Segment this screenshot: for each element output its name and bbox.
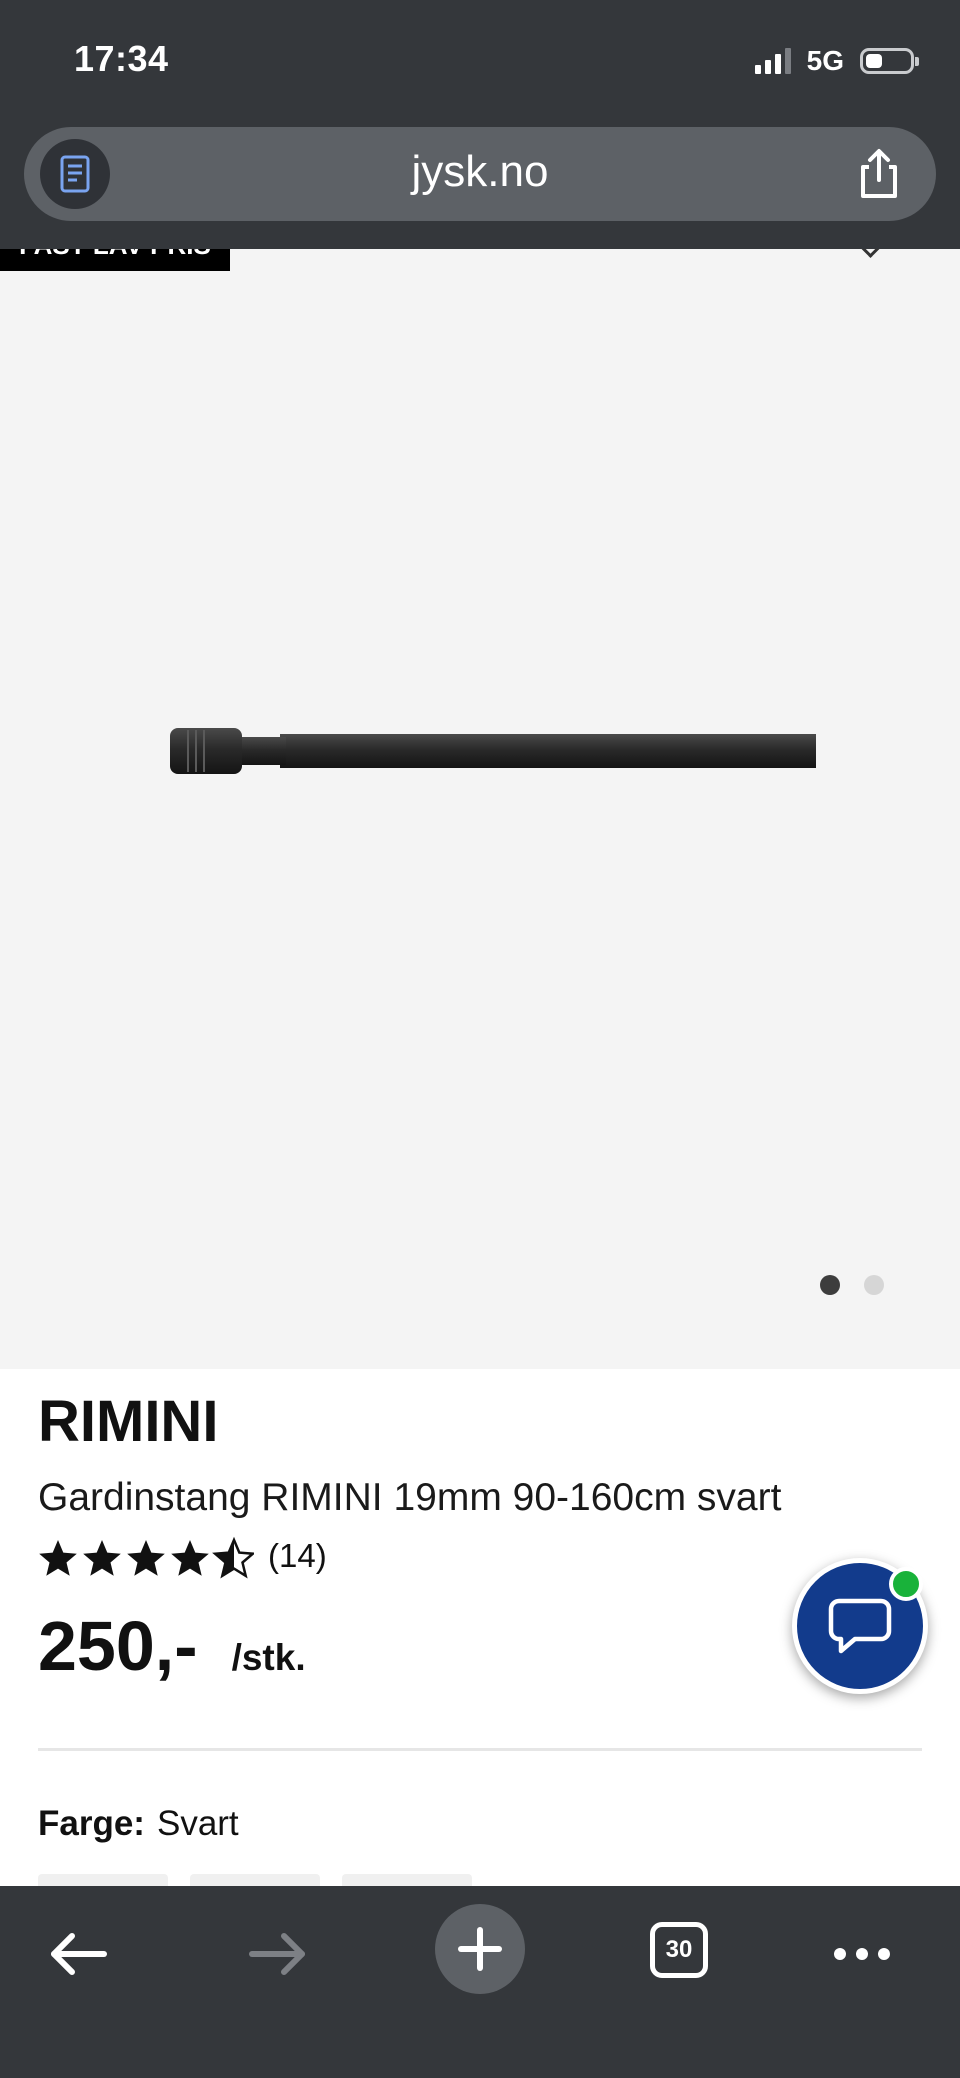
color-swatch[interactable] xyxy=(342,1874,472,1886)
color-swatches xyxy=(38,1874,472,1886)
battery-icon xyxy=(860,48,919,74)
online-status-indicator xyxy=(889,1567,923,1601)
share-icon[interactable] xyxy=(852,147,906,201)
gallery-dot-1[interactable] xyxy=(820,1275,840,1295)
forward-arrow-icon[interactable] xyxy=(228,1904,328,2004)
color-label: Farge: xyxy=(38,1804,145,1843)
tabs-icon[interactable]: 30 xyxy=(650,1922,708,1978)
color-value: Svart xyxy=(156,1804,239,1843)
divider xyxy=(38,1748,922,1751)
product-image-gallery[interactable]: FAST LAV PRIS xyxy=(0,249,960,1369)
price-unit: /stk. xyxy=(231,1637,306,1678)
network-label: 5G xyxy=(806,45,844,76)
status-time: 17:34 xyxy=(74,38,169,79)
plus-icon[interactable] xyxy=(435,1904,525,1994)
rating-count[interactable]: (14) xyxy=(268,1537,327,1575)
price-value: 250,- xyxy=(38,1607,198,1685)
color-swatch[interactable] xyxy=(38,1874,168,1886)
url-text[interactable]: jysk.no xyxy=(24,147,936,197)
back-arrow-icon[interactable] xyxy=(28,1904,128,2004)
product-title: Gardinstang RIMINI 19mm 90-160cm svart xyxy=(38,1476,782,1519)
browser-toolbar: 30 xyxy=(0,1886,960,2078)
gallery-dot-2[interactable] xyxy=(864,1275,884,1295)
rating-stars xyxy=(39,1538,254,1578)
chat-button[interactable] xyxy=(792,1558,928,1694)
more-icon[interactable] xyxy=(812,1904,912,2004)
gallery-pagination xyxy=(820,1275,884,1295)
product-brand: RIMINI xyxy=(38,1389,219,1454)
status-indicators: 5G xyxy=(754,44,919,78)
color-selector-label: Farge: Svart xyxy=(38,1804,239,1844)
product-image xyxy=(170,728,816,774)
signal-icon xyxy=(754,48,791,74)
address-bar[interactable]: jysk.no xyxy=(24,127,936,221)
product-price: 250,- /stk. xyxy=(38,1606,306,1686)
color-swatch[interactable] xyxy=(190,1874,320,1886)
chat-icon xyxy=(828,1598,892,1654)
browser-top-chrome: 17:34 5G jysk.no xyxy=(0,0,960,249)
product-rating[interactable]: (14) xyxy=(38,1536,327,1580)
